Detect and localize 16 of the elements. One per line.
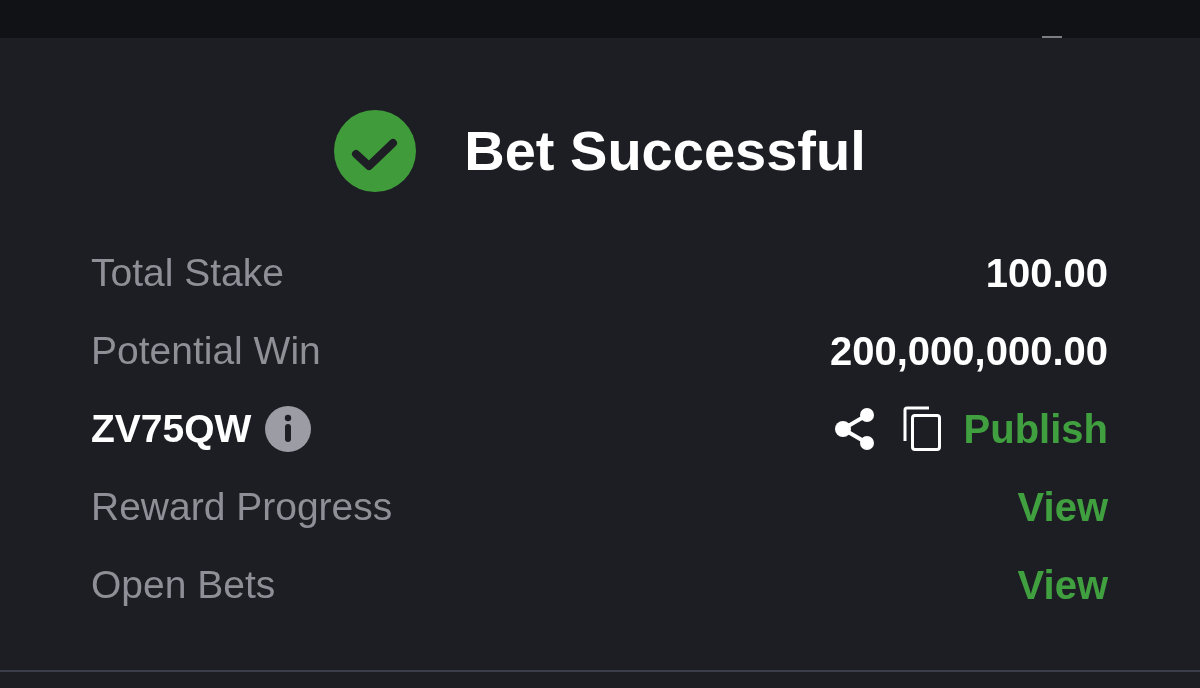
booking-code: ZV75QW [91,405,252,452]
amount-value: 200,000,000.00 [829,328,1108,375]
info-icon[interactable] [265,406,312,452]
amount-value: 100.00 [985,250,1108,297]
row-label: Total Stake [91,249,284,296]
drag-handle [1042,36,1062,38]
publish-link[interactable]: Publish [963,399,1108,459]
success-title: Bet Successful [464,118,866,184]
row-label: Reward Progress [91,483,393,530]
view-link[interactable]: View [1017,555,1108,615]
row-label: Potential Win [91,327,321,374]
copy-icon[interactable] [901,406,942,452]
check-circle-icon [334,110,417,192]
row-label: Open Bets [91,561,276,608]
view-link[interactable]: View [1017,477,1108,537]
share-icon[interactable] [833,407,876,451]
